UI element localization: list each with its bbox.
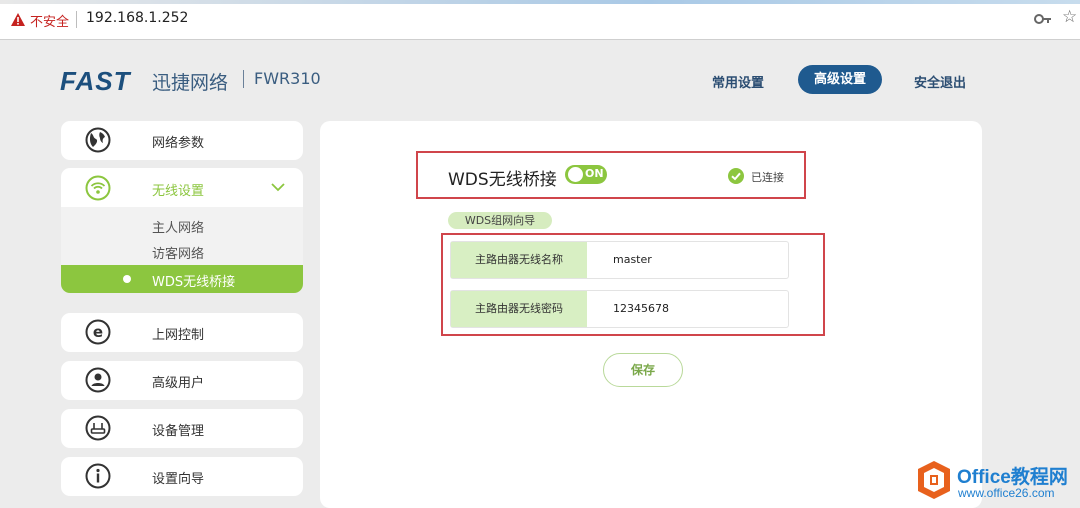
nav-common-settings[interactable]: 常用设置: [712, 72, 764, 91]
sidebar-item-network[interactable]: 网络参数: [61, 121, 303, 160]
warning-icon[interactable]: [10, 12, 26, 28]
globe-icon: [85, 127, 111, 153]
bookmark-star-icon[interactable]: ☆: [1062, 7, 1077, 27]
save-button[interactable]: 保存: [603, 353, 683, 387]
submenu-host-network[interactable]: 主人网络: [152, 217, 204, 236]
model-name: FWR310: [254, 69, 321, 88]
svg-text:e: e: [93, 323, 103, 341]
ssid-input[interactable]: master: [613, 253, 652, 266]
field-label: 主路由器无线名称: [451, 242, 587, 278]
insecure-label[interactable]: 不安全: [30, 11, 69, 30]
url-text[interactable]: 192.168.1.252: [86, 10, 188, 26]
nav-advanced-settings[interactable]: 高级设置: [798, 65, 882, 94]
active-dot: [123, 275, 131, 283]
sidebar-item-wireless[interactable]: 无线设置 主人网络 访客网络 WDS无线桥接: [61, 168, 303, 293]
sidebar-item-device-management[interactable]: 设备管理: [61, 409, 303, 448]
fast-logo: FAST: [60, 66, 131, 96]
chevron-down-icon[interactable]: [271, 182, 285, 192]
key-icon[interactable]: [1034, 12, 1052, 26]
sidebar-item-access-control[interactable]: e 上网控制: [61, 313, 303, 352]
sidebar-item-label: 高级用户: [152, 376, 205, 391]
watermark-url: www.office26.com: [958, 486, 1055, 500]
submenu-wds-bridge[interactable]: WDS无线桥接: [61, 265, 303, 293]
sidebar-item-label: 网络参数: [152, 136, 205, 151]
toggle-knob: [568, 167, 583, 182]
sidebar-item-setup-wizard[interactable]: 设置向导: [61, 457, 303, 496]
wds-toggle[interactable]: ON: [565, 165, 607, 184]
nav-logout[interactable]: 安全退出: [914, 72, 966, 91]
brand-divider: [243, 70, 244, 88]
field-label: 主路由器无线密码: [451, 291, 587, 327]
sidebar-item-label: 设置向导: [152, 472, 205, 487]
wds-header-box: WDS无线桥接 ON 已连接: [416, 151, 806, 199]
password-input[interactable]: 12345678: [613, 302, 669, 315]
sidebar-item-label: 上网控制: [152, 328, 205, 343]
info-icon: [85, 463, 111, 489]
sidebar-item-advanced-user[interactable]: 高级用户: [61, 361, 303, 400]
toggle-label: ON: [585, 167, 604, 180]
address-separator: [76, 11, 77, 28]
wds-title: WDS无线桥接: [448, 170, 557, 190]
wizard-tag: WDS组网向导: [448, 212, 552, 229]
wifi-icon: [85, 175, 111, 201]
wireless-submenu: 主人网络 访客网络 WDS无线桥接: [61, 207, 303, 293]
ssid-field[interactable]: 主路由器无线名称 master: [450, 241, 789, 279]
brand-name: 迅捷网络: [152, 72, 229, 94]
submenu-guest-network[interactable]: 访客网络: [152, 243, 204, 262]
office-logo-icon: [918, 461, 950, 499]
user-icon: [85, 367, 111, 393]
router-icon: [85, 415, 111, 441]
password-field[interactable]: 主路由器无线密码 12345678: [450, 290, 789, 328]
watermark-title: Office教程网: [957, 467, 1068, 488]
check-circle-icon: [728, 168, 744, 184]
submenu-wds-label: WDS无线桥接: [152, 275, 236, 290]
sidebar-item-label: 无线设置: [152, 184, 205, 199]
connection-status: 已连接: [751, 171, 784, 184]
address-bar: 不安全 192.168.1.252 ☆: [0, 0, 1080, 40]
sidebar-item-label: 设备管理: [152, 424, 205, 439]
fields-box: 主路由器无线名称 master 主路由器无线密码 12345678: [441, 233, 825, 336]
e-circle-icon: e: [85, 319, 111, 345]
content-panel: WDS无线桥接 ON 已连接 WDS组网向导 主路由器无线名称 master 主…: [320, 121, 982, 508]
loading-bar: [0, 0, 1080, 4]
